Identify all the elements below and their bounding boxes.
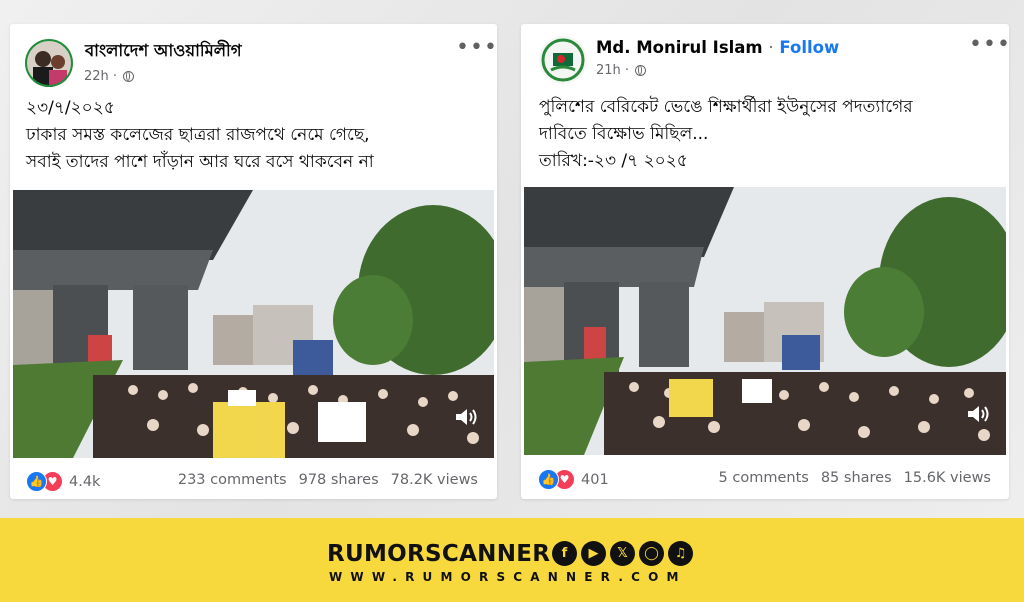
- reactions-summary[interactable]: 👍 ♥ 401: [538, 469, 609, 490]
- tiktok-icon[interactable]: ♫: [668, 541, 693, 566]
- post-time[interactable]: 22h ·: [84, 69, 135, 84]
- views-count: 78.2K views: [390, 472, 478, 488]
- post-text-line-2: সবাই তাদের পাশে দাঁড়ান আর ঘরে বসে থাকবে…: [26, 152, 374, 172]
- page-name[interactable]: বাংলাদেশ আওয়ামিলীগ: [85, 38, 242, 65]
- post-card-right: Md. Monirul Islam · Follow 21h · ••• পুল…: [521, 24, 1011, 499]
- website-url[interactable]: WWW.RUMORSCANNER.COM: [329, 570, 687, 584]
- post-text-line-1: পুলিশের বেরিকেট ভেঙে শিক্ষার্থীরা ইউনুসে…: [539, 97, 913, 117]
- facebook-icon[interactable]: f: [552, 541, 577, 566]
- post-video[interactable]: [13, 190, 494, 458]
- post-video[interactable]: [524, 187, 1006, 455]
- globe-icon: [635, 65, 647, 76]
- follow-button[interactable]: Follow: [779, 38, 839, 57]
- post-stats: 5 comments 85 shares 15.6K views: [707, 470, 991, 486]
- like-icon: 👍: [26, 471, 47, 492]
- reaction-count: 4.4k: [69, 473, 101, 490]
- page-avatar[interactable]: [25, 39, 73, 87]
- profile-name[interactable]: Md. Monirul Islam: [596, 38, 763, 57]
- post-date: তারিখ:-২৩ /৭ ২০২৫: [539, 151, 688, 171]
- comments-count[interactable]: 233 comments: [178, 472, 287, 488]
- post-text-line-2: দাবিতে বিক্ষোভ মিছিল...: [539, 124, 709, 144]
- more-options-button[interactable]: •••: [456, 37, 498, 59]
- reactions-summary[interactable]: 👍 ♥ 4.4k: [26, 471, 100, 492]
- reaction-count: 401: [581, 471, 609, 488]
- shares-count[interactable]: 85 shares: [821, 470, 892, 486]
- more-options-button[interactable]: •••: [969, 34, 1011, 56]
- x-icon[interactable]: 𝕏: [610, 541, 635, 566]
- youtube-icon[interactable]: ▶: [581, 541, 606, 566]
- comments-count[interactable]: 5 comments: [719, 470, 809, 486]
- post-card-left: বাংলাদেশ আওয়ামিলীগ 22h · ••• ২৩/৭/২০২৫ …: [10, 24, 497, 499]
- shares-count[interactable]: 978 shares: [299, 472, 379, 488]
- views-count: 15.6K views: [903, 470, 991, 486]
- speaker-icon[interactable]: [966, 403, 992, 425]
- like-icon: 👍: [538, 469, 559, 490]
- separator-dot: ·: [768, 38, 774, 57]
- post-text-line-1: ঢাকার সমস্ত কলেজের ছাত্ররা রাজপথে নেমে গ…: [26, 125, 370, 145]
- globe-icon: [123, 71, 135, 82]
- post-stats: 233 comments 978 shares 78.2K views: [166, 472, 478, 488]
- brand-logo-text: RUMORSCANNER: [327, 541, 551, 567]
- speaker-icon[interactable]: [454, 406, 480, 428]
- profile-name-row: Md. Monirul Islam · Follow: [596, 38, 839, 57]
- profile-avatar[interactable]: [539, 36, 587, 84]
- post-date: ২৩/৭/২০২৫: [26, 98, 115, 118]
- instagram-icon[interactable]: ◯: [639, 541, 664, 566]
- post-time[interactable]: 21h ·: [596, 63, 647, 78]
